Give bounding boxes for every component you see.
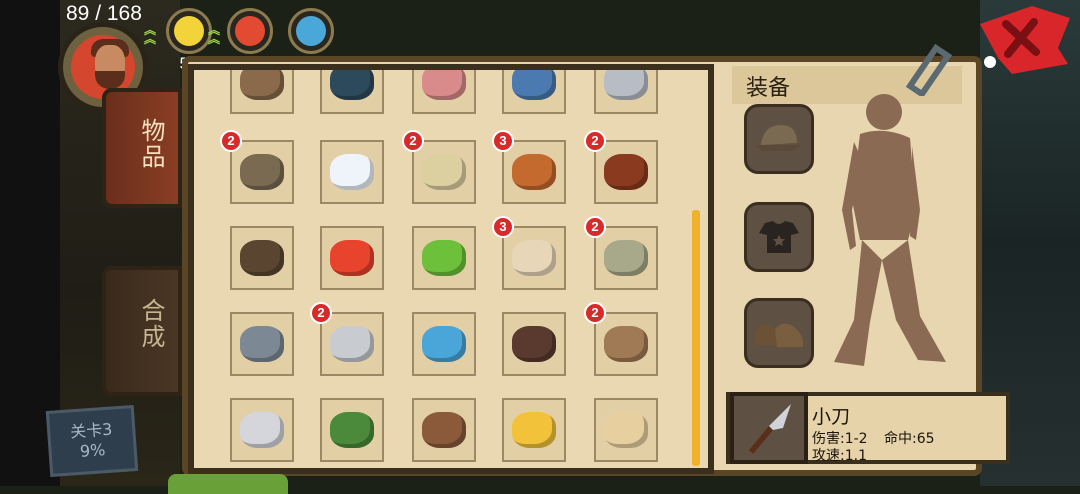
inventory-slot[interactable] (320, 140, 384, 204)
item-count-badge: 2 (584, 216, 606, 238)
level-up-arrows-icon: ︽ ︽ (144, 23, 157, 46)
item-count-badge: 2 (220, 130, 242, 152)
equip-slot-body[interactable] (744, 202, 814, 272)
fish-icon (418, 318, 470, 370)
wood-plank-icon (600, 318, 652, 370)
hunger-face-icon (174, 16, 204, 46)
inventory-slot[interactable] (412, 398, 476, 462)
inventory-slot[interactable] (230, 140, 294, 204)
gas-canister-icon (236, 318, 288, 370)
duct-tape-icon (236, 404, 288, 456)
bird-nest-icon (236, 70, 288, 108)
inventory-slot[interactable] (412, 226, 476, 290)
inventory-slot[interactable] (320, 312, 384, 376)
knife-icon (749, 404, 791, 454)
beard (95, 71, 125, 89)
hunger-up-arrows-icon: ︽ ︽ (208, 23, 221, 46)
item-count-badge: 3 (492, 130, 514, 152)
level-indicator: 关卡3 9% (45, 405, 139, 477)
apple-icon (326, 232, 378, 284)
raw-meat-icon (418, 70, 470, 108)
tab-items[interactable]: 物品 (102, 88, 182, 208)
inventory-grid: 2 2 3 2 3 2 2 2 (188, 64, 714, 474)
shoes-icon (755, 323, 803, 347)
inventory-slot[interactable] (594, 226, 658, 290)
inventory-slot[interactable] (502, 226, 566, 290)
inventory-slot[interactable] (502, 140, 566, 204)
jar-icon (508, 232, 560, 284)
item-info-slot (730, 392, 808, 464)
rope-icon (418, 404, 470, 456)
inventory-slot[interactable] (594, 312, 658, 376)
cracker-icon (600, 404, 652, 456)
tab-crafting[interactable]: 合成 (102, 266, 182, 396)
item-count-badge: 2 (402, 130, 424, 152)
water-bottle-icon (296, 16, 326, 46)
item-name: 小刀 (812, 406, 851, 428)
stag-beetle-icon (508, 318, 560, 370)
item-count-badge: 2 (584, 130, 606, 152)
metal-scrap-icon (600, 70, 652, 108)
inventory-slot[interactable] (502, 398, 566, 462)
meat-icon (235, 16, 265, 46)
egg-icon (418, 146, 470, 198)
shoes-icon (236, 232, 288, 284)
herb-branch-icon (326, 404, 378, 456)
equip-slot-head[interactable] (744, 104, 814, 174)
tab-crafting-label: 合成 (137, 298, 165, 350)
inventory-slot[interactable] (230, 226, 294, 290)
inventory-slot[interactable] (412, 312, 476, 376)
bottom-tab[interactable] (168, 474, 288, 494)
inventory-slot[interactable] (412, 140, 476, 204)
inventory-slot[interactable] (594, 70, 658, 114)
inventory-slot[interactable] (320, 70, 384, 114)
tab-items-label: 物品 (137, 118, 165, 170)
close-icon[interactable] (972, 4, 1072, 76)
inventory-slot[interactable] (230, 312, 294, 376)
equip-slot-feet[interactable] (744, 298, 814, 368)
inventory-slot[interactable] (502, 70, 566, 114)
cap-icon (236, 146, 288, 198)
clip-hook-icon (905, 43, 953, 96)
item-count-badge: 2 (310, 302, 332, 324)
inventory-slot[interactable] (230, 70, 294, 114)
cap-icon (757, 125, 801, 151)
beetle-icon (326, 70, 378, 108)
inventory-scrollbar[interactable] (692, 210, 700, 466)
chameleon-icon (418, 232, 470, 284)
item-count-badge: 3 (492, 216, 514, 238)
cooked-meat-icon (600, 146, 652, 198)
rice-bowl-icon (326, 146, 378, 198)
inventory-slot[interactable] (594, 398, 658, 462)
inventory-slot[interactable] (502, 312, 566, 376)
item-accuracy: 命中:65 (884, 431, 935, 447)
inventory-slot[interactable] (320, 398, 384, 462)
inventory-slot[interactable] (230, 398, 294, 462)
item-count-badge: 2 (584, 302, 606, 324)
character-silhouette (834, 94, 946, 366)
inventory-slot[interactable] (594, 140, 658, 204)
shirt-icon (759, 221, 799, 253)
sack-icon (600, 232, 652, 284)
knife-icon (326, 318, 378, 370)
item-speed: 攻速:1.1 (812, 448, 867, 464)
mushroom-icon (508, 146, 560, 198)
blue-fish-pile-icon (508, 70, 560, 108)
inventory-slot[interactable] (412, 70, 476, 114)
fries-icon (508, 404, 560, 456)
equip-title: 装备 (746, 76, 791, 101)
inventory-slot[interactable] (320, 226, 384, 290)
